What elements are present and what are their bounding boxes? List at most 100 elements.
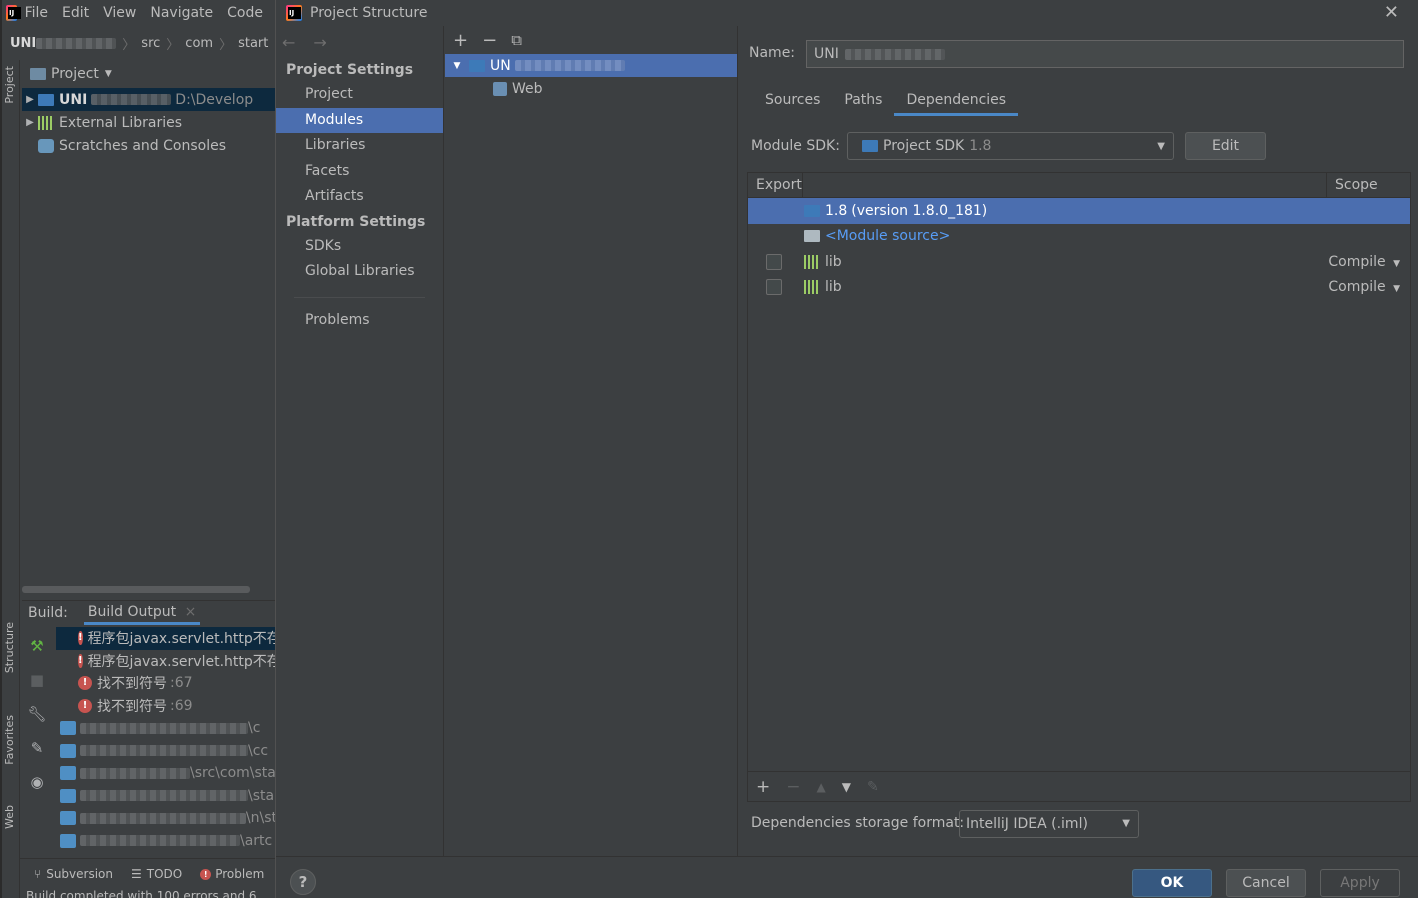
add-icon[interactable]: + (453, 30, 468, 51)
export-checkbox[interactable] (766, 253, 782, 270)
jdk-name: 1.8 (825, 202, 848, 219)
forward-arrow-icon[interactable]: → (313, 33, 326, 52)
help-button[interactable]: ? (290, 869, 316, 895)
menu-code[interactable]: Code (227, 5, 263, 21)
breadcrumb: UNI 〉 src 〉 com 〉 start (2, 30, 277, 56)
breadcrumb-root[interactable]: UNI (10, 36, 36, 51)
pin-icon[interactable]: ✎ (22, 731, 52, 765)
nav-item-project[interactable]: Project (276, 82, 443, 108)
dependency-row-lib[interactable]: lib Compile ▼ (748, 249, 1410, 275)
menu-navigate[interactable]: Navigate (150, 5, 213, 21)
side-tab-structure[interactable]: Structure (3, 622, 16, 673)
tab-label: TODO (146, 867, 183, 881)
tab-dependencies[interactable]: Dependencies (894, 86, 1019, 116)
hammer-icon[interactable]: ⚒ (22, 629, 52, 663)
column-header-scope[interactable]: Scope (1326, 172, 1410, 198)
breadcrumb-separator: 〉 (122, 37, 136, 53)
dependency-row-jdk[interactable]: 1.8 (version 1.8.0_181) (748, 198, 1410, 224)
tab-build-output[interactable]: Build Output × (83, 601, 201, 625)
storage-format-select[interactable]: IntelliJ IDEA (.iml) ▼ (959, 810, 1139, 838)
close-icon[interactable]: ✕ (1384, 2, 1399, 23)
dependency-row-lib[interactable]: lib Compile ▼ (748, 275, 1410, 301)
chevron-right-icon[interactable]: ▶ (22, 117, 38, 128)
side-tab-favorites[interactable]: Favorites (3, 715, 16, 765)
tree-item-label: Scratches and Consoles (59, 137, 226, 154)
tree-item-project-root[interactable]: ▶ UNI D:\Develop (22, 88, 277, 111)
side-tab-web[interactable]: Web (3, 805, 16, 829)
horizontal-scrollbar[interactable] (22, 586, 250, 593)
module-name-input[interactable]: UNI (806, 40, 1404, 68)
nav-item-facets[interactable]: Facets (276, 159, 443, 185)
chevron-down-icon[interactable]: ▼ (445, 61, 469, 71)
nav-item-problems[interactable]: Problems (276, 308, 443, 334)
wrench-icon[interactable]: 🔧︎ (22, 697, 52, 731)
build-file-row[interactable]: \sta (56, 785, 277, 808)
build-file-row[interactable]: \src\com\sta (56, 762, 277, 785)
cancel-button[interactable]: Cancel (1226, 869, 1306, 897)
nav-item-sdks[interactable]: SDKs (276, 234, 443, 260)
build-file-row[interactable]: \c (56, 717, 277, 740)
tree-item-scratches[interactable]: Scratches and Consoles (22, 134, 277, 157)
nav-item-artifacts[interactable]: Artifacts (276, 184, 443, 210)
ok-button[interactable]: OK (1132, 869, 1212, 897)
module-tree-item[interactable]: ▼ UN (445, 54, 737, 77)
breadcrumb-item[interactable]: src (141, 36, 160, 51)
build-file-row[interactable]: \cc (56, 740, 277, 763)
module-sdk-select[interactable]: Project SDK 1.8 ▼ (847, 132, 1174, 160)
project-pane-header[interactable]: Project ▼ (22, 60, 277, 88)
dialog-title-bar[interactable]: Project Structure ✕ (276, 0, 1418, 26)
build-error-row[interactable]: ! 程序包javax.servlet.http不存 (56, 627, 277, 650)
error-message: 找不到符号 (97, 698, 167, 715)
remove-dependency-icon[interactable]: − (786, 777, 800, 797)
build-file-row[interactable]: \artc (56, 830, 277, 853)
file-path: \src\com\sta (190, 765, 276, 782)
tab-subversion[interactable]: ⑂ Subversion (34, 867, 113, 881)
tab-paths[interactable]: Paths (832, 86, 894, 116)
add-dependency-icon[interactable]: + (756, 777, 770, 797)
sdk-version: 1.8 (969, 138, 992, 154)
scope-dropdown[interactable]: Compile ▼ (1328, 254, 1400, 270)
chevron-down-icon[interactable]: ▼ (105, 69, 112, 79)
chevron-right-icon[interactable]: ▶ (22, 94, 38, 105)
branch-icon: ⑂ (34, 867, 42, 881)
edit-sdk-button[interactable]: Edit (1185, 132, 1266, 160)
dependency-row-module-source[interactable]: <Module source> (748, 224, 1410, 250)
menu-edit[interactable]: Edit (62, 5, 89, 21)
scope-dropdown[interactable]: Compile ▼ (1328, 279, 1400, 295)
tab-problems[interactable]: ! Problem (200, 867, 264, 881)
build-error-row[interactable]: ! 程序包javax.servlet.http不存 (56, 650, 277, 673)
stop-icon[interactable]: ■ (22, 663, 52, 697)
back-arrow-icon[interactable]: ← (282, 33, 295, 52)
eye-icon[interactable]: ◉ (22, 765, 52, 799)
nav-item-modules[interactable]: Modules (276, 107, 443, 133)
column-header-export[interactable]: Export (748, 172, 803, 198)
copy-icon[interactable]: ⧉ (511, 31, 522, 49)
side-tab-project[interactable]: Project (3, 66, 16, 104)
remove-icon[interactable]: − (482, 30, 497, 51)
move-up-icon[interactable]: ▲ (817, 780, 826, 794)
facet-tree-item-web[interactable]: Web (445, 77, 737, 100)
tab-sources[interactable]: Sources (753, 86, 832, 116)
tree-item-label: External Libraries (59, 114, 182, 131)
error-line: :67 (170, 675, 193, 692)
move-down-icon[interactable]: ▼ (842, 780, 851, 794)
breadcrumb-item[interactable]: com (185, 36, 213, 51)
nav-item-libraries[interactable]: Libraries (276, 133, 443, 159)
apply-button[interactable]: Apply (1320, 869, 1400, 897)
menu-view[interactable]: View (103, 5, 136, 21)
nav-item-global-libraries[interactable]: Global Libraries (276, 259, 443, 285)
edit-pencil-icon[interactable]: ✎ (867, 779, 879, 795)
tab-todo[interactable]: ☰ TODO (131, 867, 182, 881)
build-error-row[interactable]: ! 找不到符号 :69 (56, 695, 277, 718)
tree-item-external-libraries[interactable]: ▶ External Libraries (22, 111, 277, 134)
build-error-row[interactable]: ! 找不到符号 :67 (56, 672, 277, 695)
breadcrumb-item[interactable]: start (238, 36, 268, 51)
build-file-row[interactable]: \n\st (56, 807, 277, 830)
error-icon: ! (78, 676, 92, 691)
web-facet-icon (493, 81, 507, 96)
close-icon[interactable]: × (185, 604, 197, 620)
java-file-icon (60, 766, 76, 781)
facet-name: Web (512, 80, 543, 97)
menu-file[interactable]: File (25, 5, 48, 21)
export-checkbox[interactable] (766, 279, 782, 296)
